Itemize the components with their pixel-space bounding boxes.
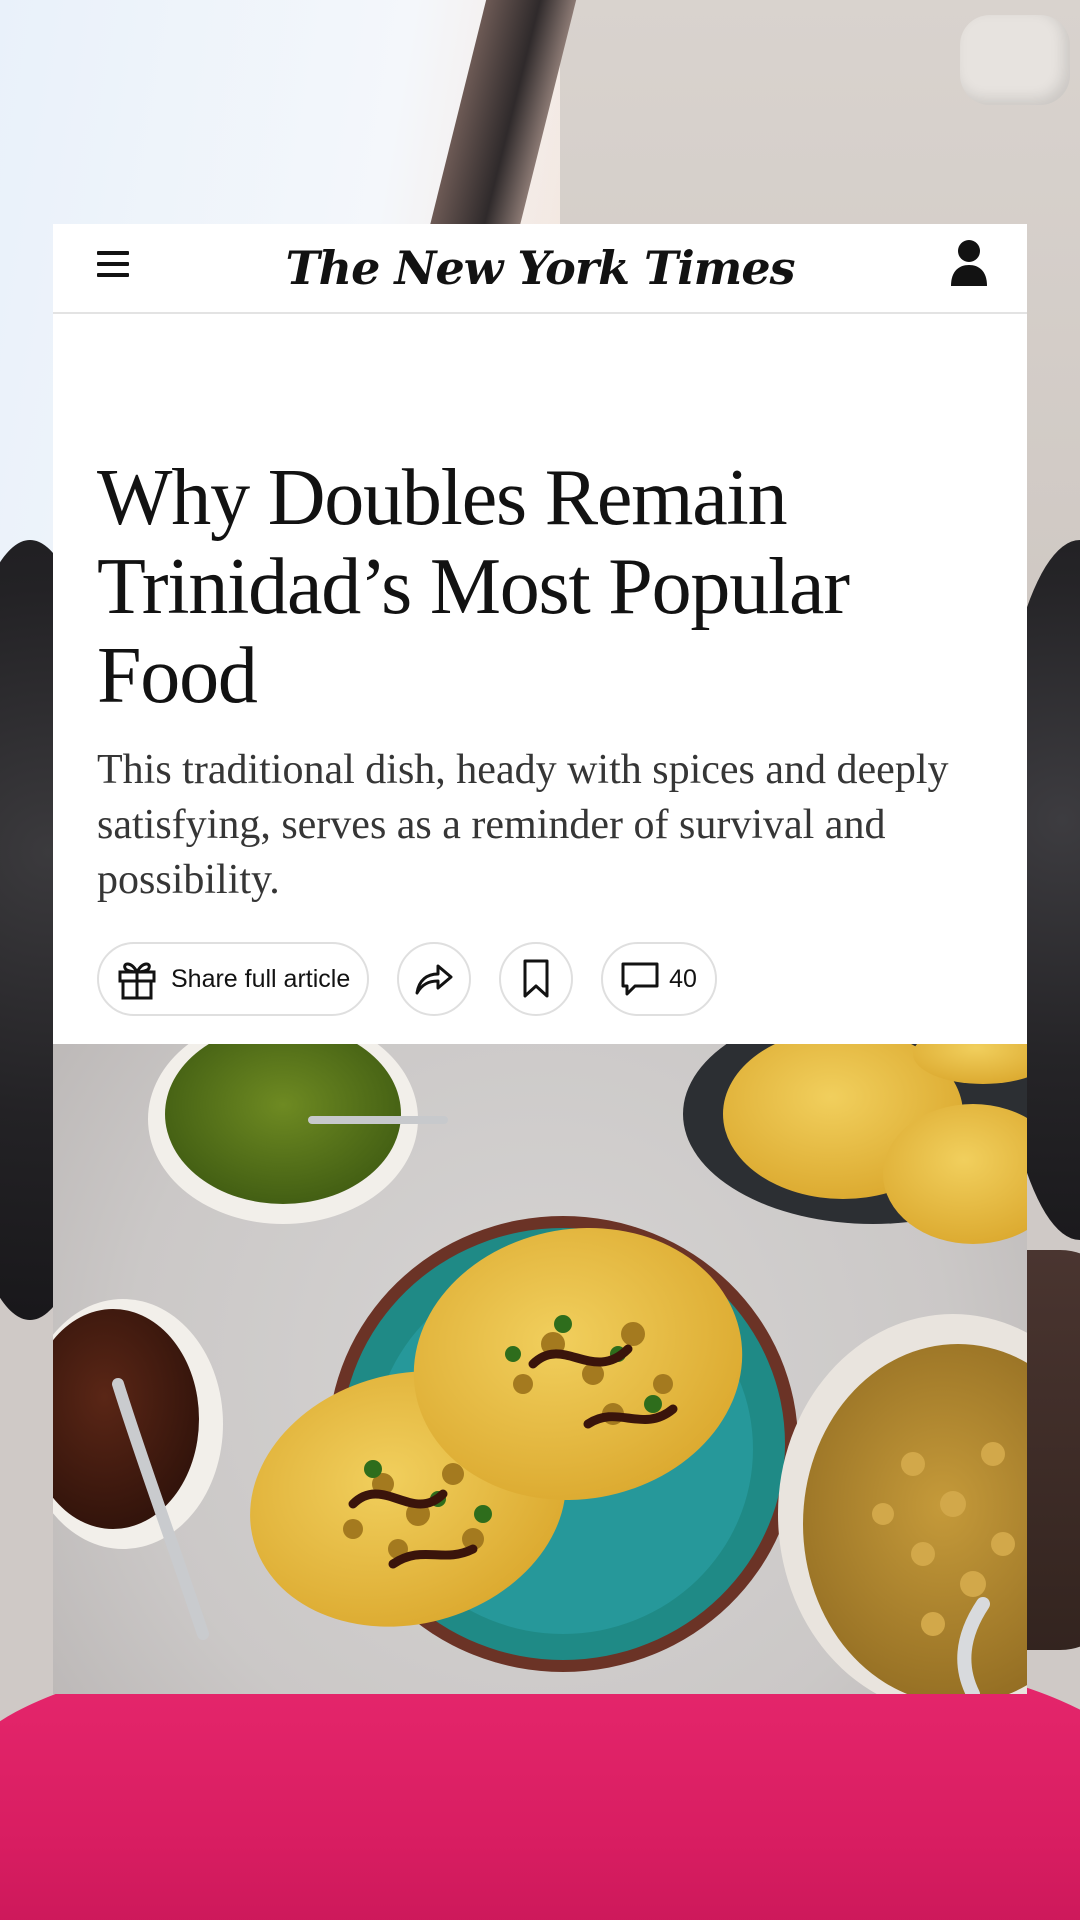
person-icon[interactable] — [949, 238, 989, 288]
background-grab-handle — [960, 15, 1070, 105]
hero-food-photo — [53, 1044, 1027, 1694]
share-arrow-icon — [414, 962, 454, 996]
speech-bubble-icon — [621, 961, 659, 997]
comments-button[interactable]: 40 — [601, 942, 717, 1016]
share-full-article-label: Share full article — [171, 964, 351, 993]
save-button[interactable] — [499, 942, 573, 1016]
gift-icon — [115, 957, 159, 1001]
nyt-logo[interactable]: The New York Times — [285, 241, 795, 295]
article-headline: Why Doubles Remain Trinidad’s Most Popul… — [97, 454, 850, 720]
hamburger-menu-icon[interactable] — [97, 251, 129, 277]
share-button[interactable] — [397, 942, 471, 1016]
article-screenshot-card: The New York Times Why Doubles Remain Tr… — [53, 224, 1027, 1694]
comment-count: 40 — [669, 964, 697, 993]
share-full-article-button[interactable]: Share full article — [97, 942, 369, 1016]
masthead: The New York Times — [53, 224, 1027, 314]
article-header: Why Doubles Remain Trinidad’s Most Popul… — [53, 314, 1027, 1016]
bookmark-icon — [522, 959, 550, 999]
article-action-bar: Share full article 40 — [97, 942, 983, 1016]
article-summary: This traditional dish, heady with spices… — [97, 747, 949, 903]
